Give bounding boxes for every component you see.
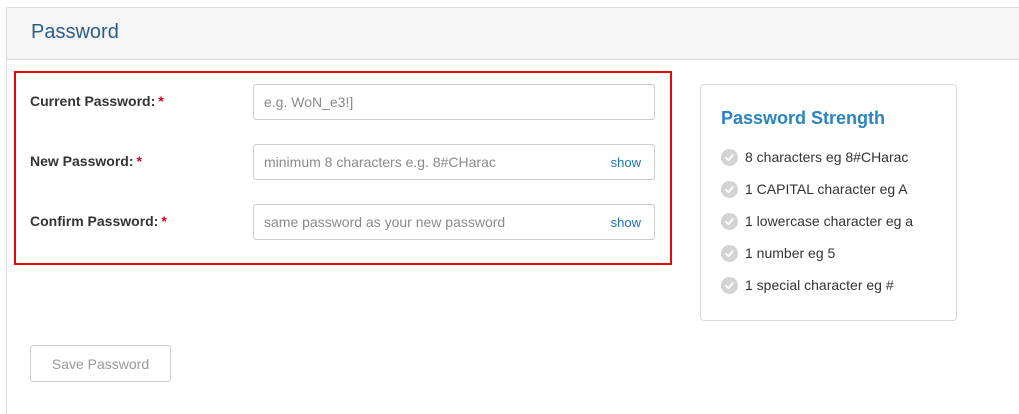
password-strength-panel: Password Strength 8 characters eg 8#CHar… — [700, 84, 957, 321]
current-password-input[interactable] — [254, 85, 654, 119]
strength-rule: 8 characters eg 8#CHarac — [721, 147, 908, 167]
strength-rule-text: 8 characters eg 8#CHarac — [745, 149, 909, 165]
strength-rule: 1 lowercase character eg a — [721, 211, 913, 231]
panel-title: Password — [31, 21, 119, 43]
new-password-input[interactable] — [254, 145, 654, 179]
confirm-password-label: Confirm Password: * — [30, 213, 167, 229]
required-marker: * — [136, 153, 142, 169]
current-password-field — [253, 84, 655, 120]
confirm-password-input[interactable] — [254, 205, 654, 239]
new-password-field: show — [253, 144, 655, 180]
strength-rule-text: 1 lowercase character eg a — [745, 213, 914, 229]
strength-rule: 1 special character eg # — [721, 275, 894, 295]
show-new-password-toggle[interactable]: show — [611, 155, 641, 170]
check-circle-icon — [721, 180, 738, 198]
strength-rule-text: 1 number eg 5 — [745, 245, 836, 261]
password-strength-title: Password Strength — [721, 108, 886, 128]
show-confirm-password-toggle[interactable]: show — [611, 215, 641, 230]
check-circle-icon — [721, 148, 738, 166]
check-circle-icon — [721, 276, 738, 294]
confirm-password-field: show — [253, 204, 655, 240]
required-marker: * — [161, 213, 167, 229]
new-password-label: New Password: * — [30, 153, 142, 169]
panel-header: Password — [7, 8, 1019, 60]
strength-rule-text: 1 CAPITAL character eg A — [745, 181, 908, 197]
save-password-button[interactable]: Save Password — [30, 345, 171, 382]
check-circle-icon — [721, 212, 738, 230]
strength-rule-text: 1 special character eg # — [745, 277, 894, 293]
required-marker: * — [158, 93, 164, 109]
check-circle-icon — [721, 244, 738, 262]
strength-rule: 1 number eg 5 — [721, 243, 835, 263]
strength-rule: 1 CAPITAL character eg A — [721, 179, 908, 199]
current-password-label: Current Password: * — [30, 93, 164, 109]
